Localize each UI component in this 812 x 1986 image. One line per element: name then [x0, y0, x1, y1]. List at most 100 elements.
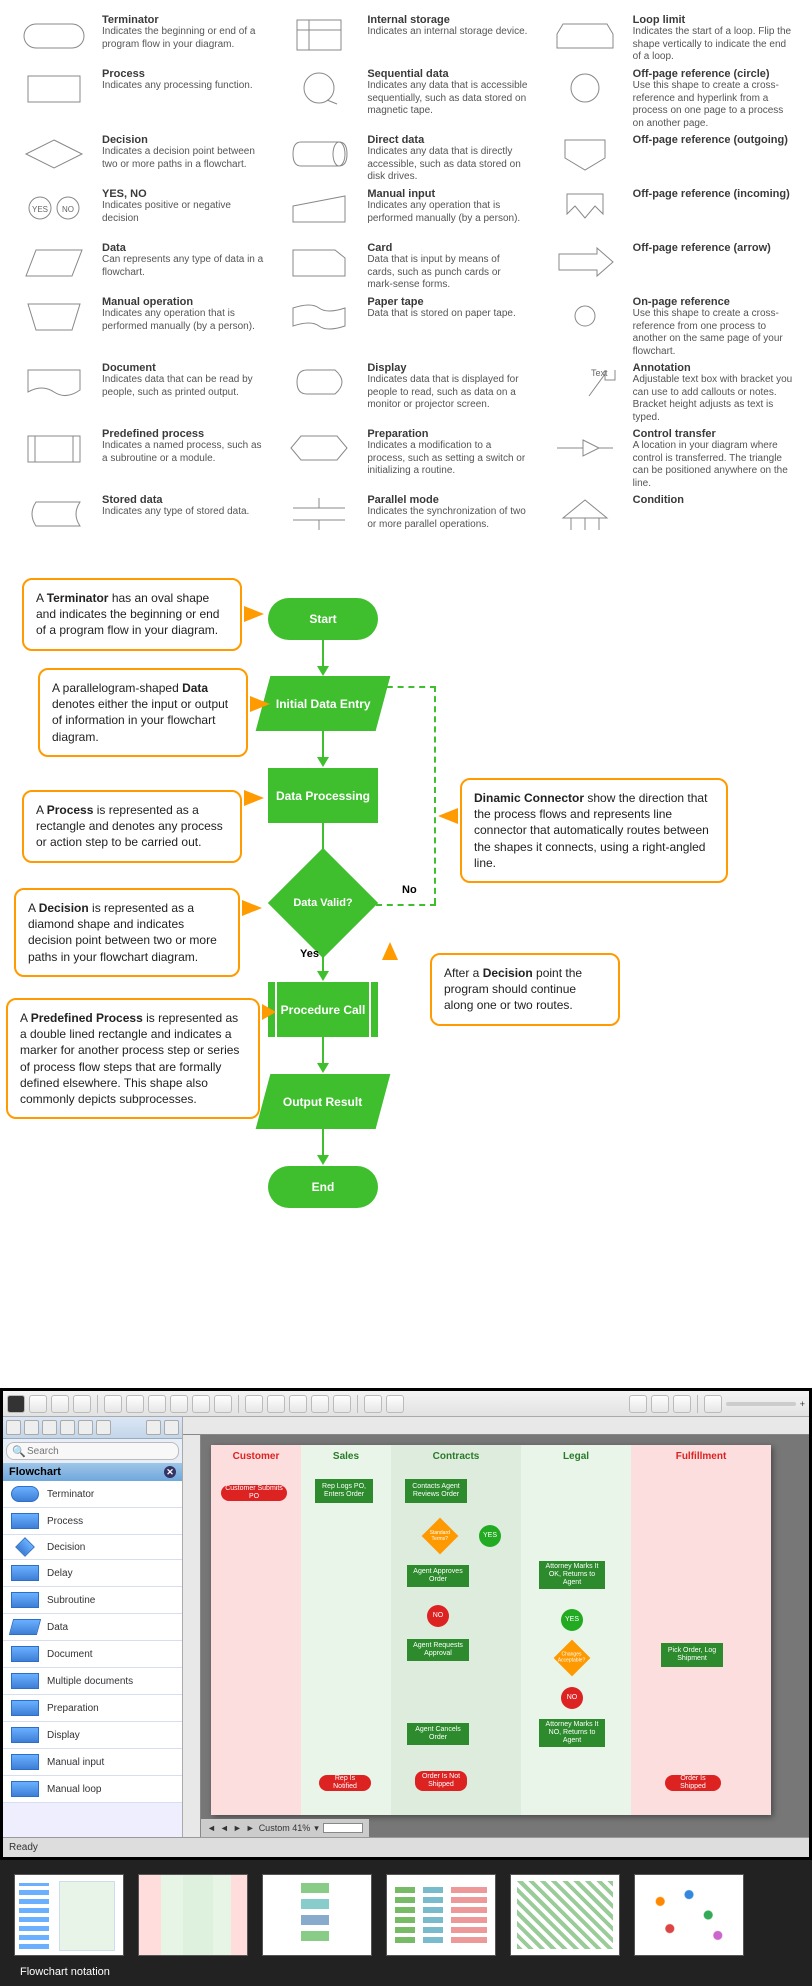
callout-data: A parallelogram-shaped Data denotes eith… — [38, 668, 248, 757]
zoom-out-icon[interactable] — [629, 1395, 647, 1413]
thumb-4[interactable] — [386, 1874, 496, 1956]
canvas[interactable]: Customer Sales Contracts Legal Fulfillme… — [183, 1417, 809, 1837]
sw-shipped: Order Is Shipped — [665, 1775, 721, 1791]
lib-item-label: Delay — [47, 1568, 73, 1579]
lib-item-display[interactable]: Display — [3, 1722, 182, 1749]
tool-line4[interactable] — [311, 1395, 329, 1413]
svg-text:Text: Text — [591, 368, 608, 378]
tool-7[interactable] — [148, 1395, 166, 1413]
library-header[interactable]: Flowchart ✕ — [3, 1463, 182, 1481]
zoom-icon[interactable] — [704, 1395, 722, 1413]
tool-fill[interactable] — [651, 1395, 669, 1413]
page-tabs[interactable]: ◄◄►► Custom 41% ▾ — [201, 1819, 369, 1837]
callout-connector: Dinamic Connector show the direction tha… — [460, 778, 728, 883]
tool-10[interactable] — [214, 1395, 232, 1413]
lib-item-preparation[interactable]: Preparation — [3, 1695, 182, 1722]
zoom-slider[interactable] — [726, 1402, 796, 1406]
shape-ref-decision: DecisionIndicates a decision point betwe… — [18, 134, 263, 184]
shape-name: Document — [102, 362, 263, 374]
lib-item-manual-input[interactable]: Manual input — [3, 1749, 182, 1776]
annotated-flowchart: A Terminator has an oval shape and indic… — [0, 568, 812, 1388]
tool-line5[interactable] — [333, 1395, 351, 1413]
lib-item-manual-loop[interactable]: Manual loop — [3, 1776, 182, 1803]
panel-search-icon[interactable] — [164, 1420, 179, 1435]
shape-name: Internal storage — [367, 14, 527, 26]
panel-btn-5[interactable] — [78, 1420, 93, 1435]
panel-btn-1[interactable] — [6, 1420, 21, 1435]
lib-item-process[interactable]: Process — [3, 1508, 182, 1535]
shape-name: Annotation — [633, 362, 794, 374]
panel-btn-3[interactable] — [42, 1420, 57, 1435]
lib-item-label: Multiple documents — [47, 1676, 133, 1687]
shape-icon — [283, 242, 355, 282]
thumb-2[interactable] — [138, 1874, 248, 1956]
shape-ref-control-transfer: Control transferA location in your diagr… — [549, 428, 794, 490]
lib-item-data[interactable]: Data — [3, 1614, 182, 1641]
lib-item-multiple-documents[interactable]: Multiple documents — [3, 1668, 182, 1695]
shape-name: Off-page reference (circle) — [633, 68, 794, 80]
lib-item-decision[interactable]: Decision — [3, 1535, 182, 1560]
flow-start: Start — [268, 598, 378, 640]
tool-pointer[interactable] — [7, 1395, 25, 1413]
lib-shape-icon — [11, 1754, 39, 1770]
thumb-6[interactable] — [634, 1874, 744, 1956]
shape-desc: Data that is input by means of cards, su… — [367, 254, 528, 292]
shape-ref-sequential-data: Sequential dataIndicates any data that i… — [283, 68, 528, 130]
shape-icon: YESNO — [18, 188, 90, 228]
lib-item-subroutine[interactable]: Subroutine — [3, 1587, 182, 1614]
shape-icon — [549, 68, 621, 108]
shape-icon — [18, 296, 90, 336]
flow-end: End — [268, 1166, 378, 1208]
lib-item-terminator[interactable]: Terminator — [3, 1481, 182, 1508]
tool-crop[interactable] — [364, 1395, 382, 1413]
shape-ref-off-page-reference-arrow-: Off-page reference (arrow) — [549, 242, 794, 292]
tool-line3[interactable] — [289, 1395, 307, 1413]
lib-shape-icon — [11, 1700, 39, 1716]
tool-3[interactable] — [51, 1395, 69, 1413]
panel-btn-2[interactable] — [24, 1420, 39, 1435]
drawing-page[interactable]: Customer Sales Contracts Legal Fulfillme… — [211, 1445, 771, 1815]
sw-no: NO — [427, 1605, 449, 1627]
shape-desc: Indicates the beginning or end of a prog… — [102, 26, 263, 51]
lib-item-delay[interactable]: Delay — [3, 1560, 182, 1587]
shape-name: Condition — [633, 494, 684, 506]
sw-contacts: Contacts Agent Reviews Order — [405, 1479, 467, 1503]
thumb-3[interactable] — [262, 1874, 372, 1956]
tool-4[interactable] — [73, 1395, 91, 1413]
tool-8[interactable] — [170, 1395, 188, 1413]
shape-ref-manual-operation: Manual operationIndicates any operation … — [18, 296, 263, 358]
tool-6[interactable] — [126, 1395, 144, 1413]
lib-shape-icon — [9, 1619, 41, 1635]
thumb-5[interactable] — [510, 1874, 620, 1956]
tool-stamp[interactable] — [673, 1395, 691, 1413]
shape-icon — [283, 134, 355, 174]
search-input[interactable] — [6, 1442, 179, 1460]
shape-reference-grid: TerminatorIndicates the beginning or end… — [0, 0, 812, 558]
shape-desc: A location in your diagram where control… — [633, 440, 794, 490]
sw-notship: Order Is Not Shipped — [415, 1771, 467, 1791]
tool-line2[interactable] — [267, 1395, 285, 1413]
panel-btn-6[interactable] — [96, 1420, 111, 1435]
close-icon[interactable]: ✕ — [164, 1466, 176, 1478]
lib-item-label: Preparation — [47, 1703, 99, 1714]
shape-icon — [283, 428, 355, 468]
tool-5[interactable] — [104, 1395, 122, 1413]
shape-desc: Indicates the synchronization of two or … — [367, 506, 528, 531]
sw-pick: Pick Order, Log Shipment — [661, 1643, 723, 1667]
lib-item-label: Document — [47, 1649, 93, 1660]
sw-submit: Customer Submits PO — [221, 1485, 287, 1501]
shape-icon — [283, 296, 355, 336]
tool-2[interactable] — [29, 1395, 47, 1413]
tool-line1[interactable] — [245, 1395, 263, 1413]
panel-btn-4[interactable] — [60, 1420, 75, 1435]
label-yes: Yes — [300, 948, 319, 960]
lib-item-document[interactable]: Document — [3, 1641, 182, 1668]
panel-grid-icon[interactable] — [146, 1420, 161, 1435]
thumb-1[interactable] — [14, 1874, 124, 1956]
tool-misc[interactable] — [386, 1395, 404, 1413]
shape-name: Decision — [102, 134, 263, 146]
sw-reqapp: Agent Requests Approval — [407, 1639, 469, 1661]
shape-ref-card: CardData that is input by means of cards… — [283, 242, 528, 292]
shape-ref-stored-data: Stored dataIndicates any type of stored … — [18, 494, 263, 544]
tool-9[interactable] — [192, 1395, 210, 1413]
